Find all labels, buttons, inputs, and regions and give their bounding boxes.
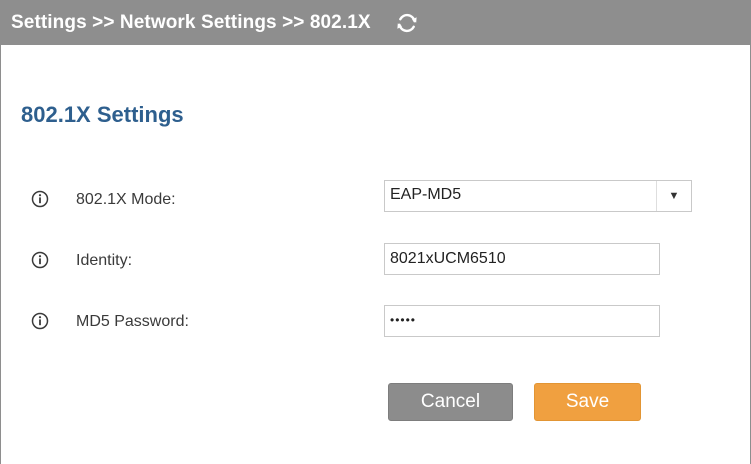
refresh-icon[interactable] [395, 11, 419, 35]
chevron-down-icon[interactable]: ▼ [656, 181, 691, 211]
save-button[interactable]: Save [534, 383, 641, 421]
identity-input[interactable]: 8021xUCM6510 [384, 243, 660, 275]
breadcrumb: Settings >> Network Settings >> 802.1X [11, 12, 371, 33]
header-bar: Settings >> Network Settings >> 802.1X [1, 0, 750, 45]
identity-label: Identity: [76, 252, 133, 269]
section-title: 802.1X Settings [21, 102, 184, 127]
password-input[interactable]: ••••• [384, 305, 660, 337]
info-icon[interactable] [31, 312, 49, 330]
mode-select[interactable]: EAP-MD5 ▼ [384, 180, 692, 212]
identity-row [31, 245, 49, 275]
info-icon[interactable] [31, 251, 49, 269]
settings-page: Settings >> Network Settings >> 802.1X 8… [0, 0, 751, 464]
password-row [31, 306, 49, 336]
mode-row [31, 184, 49, 214]
mode-label: 802.1X Mode: [76, 191, 176, 208]
cancel-button[interactable]: Cancel [388, 383, 513, 421]
mode-select-value: EAP-MD5 [390, 186, 462, 203]
info-icon[interactable] [31, 190, 49, 208]
password-label: MD5 Password: [76, 313, 189, 330]
